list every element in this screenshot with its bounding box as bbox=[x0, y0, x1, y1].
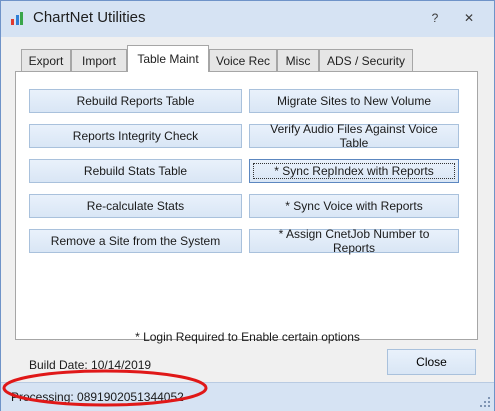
tab-voice-rec[interactable]: Voice Rec bbox=[209, 49, 277, 71]
sync-voice-button[interactable]: * Sync Voice with Reports bbox=[249, 194, 459, 218]
recalculate-stats-button[interactable]: Re-calculate Stats bbox=[29, 194, 242, 218]
chartnet-utilities-window: ChartNet Utilities ? ✕ Export Import Tab… bbox=[0, 0, 495, 411]
migrate-sites-button[interactable]: Migrate Sites to New Volume bbox=[249, 89, 459, 113]
client-area: Export Import Table Maint Voice Rec Misc… bbox=[1, 37, 494, 382]
verify-audio-files-button[interactable]: Verify Audio Files Against Voice Table bbox=[249, 122, 459, 150]
close-icon: ✕ bbox=[463, 11, 475, 25]
help-icon: ? bbox=[431, 11, 439, 25]
title-bar[interactable]: ChartNet Utilities ? ✕ bbox=[1, 1, 494, 37]
tab-label: Table Maint bbox=[137, 52, 199, 66]
build-date: Build Date: 10/14/2019 bbox=[29, 358, 152, 372]
tab-label: Voice Rec bbox=[215, 53, 271, 68]
table-maint-panel: Rebuild Reports Table Reports Integrity … bbox=[15, 71, 478, 340]
rebuild-reports-table-button[interactable]: Rebuild Reports Table bbox=[29, 89, 242, 113]
tab-label: Import bbox=[81, 53, 116, 68]
reports-integrity-check-button[interactable]: Reports Integrity Check bbox=[29, 124, 242, 148]
assign-cnetjob-button[interactable]: * Assign CnetJob Number to Reports bbox=[249, 227, 459, 255]
tab-table-maint[interactable]: Table Maint bbox=[127, 45, 209, 72]
close-window-button[interactable]: ✕ bbox=[461, 10, 477, 26]
chartnet-app-icon bbox=[10, 11, 24, 25]
close-button[interactable]: Close bbox=[387, 349, 476, 375]
tab-ads-security[interactable]: ADS / Security bbox=[319, 49, 413, 71]
tab-import[interactable]: Import bbox=[71, 49, 127, 71]
processing-status: Processing: 0891902051344052 bbox=[11, 390, 184, 404]
status-bar: Processing: 0891902051344052 bbox=[1, 382, 494, 411]
login-required-note: * Login Required to Enable certain optio… bbox=[135, 330, 360, 344]
rebuild-stats-table-button[interactable]: Rebuild Stats Table bbox=[29, 159, 242, 183]
tab-label: ADS / Security bbox=[326, 53, 406, 68]
resize-grip-icon[interactable] bbox=[479, 396, 491, 408]
sync-repindex-button[interactable]: * Sync RepIndex with Reports bbox=[249, 159, 459, 183]
tab-label: Misc bbox=[285, 53, 311, 68]
remove-site-button[interactable]: Remove a Site from the System bbox=[29, 229, 242, 253]
window-title: ChartNet Utilities bbox=[33, 9, 146, 26]
tab-export[interactable]: Export bbox=[21, 49, 71, 71]
help-button[interactable]: ? bbox=[427, 10, 443, 26]
tab-label: Export bbox=[28, 53, 64, 68]
tab-misc[interactable]: Misc bbox=[277, 49, 319, 71]
